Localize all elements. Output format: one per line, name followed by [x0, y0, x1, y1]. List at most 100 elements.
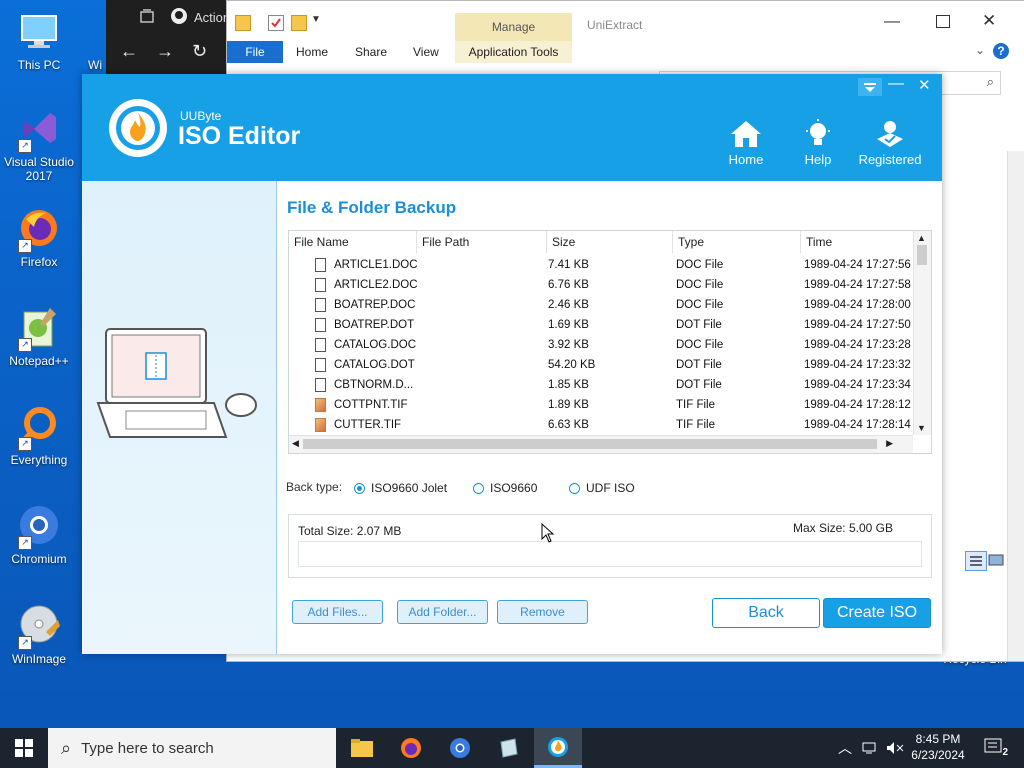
clock[interactable]: 8:45 PM 6/23/2024: [906, 731, 970, 763]
app-window-icon: [500, 738, 518, 758]
details-view-icon[interactable]: [965, 551, 987, 571]
start-button[interactable]: [0, 728, 48, 768]
nav-registered-button[interactable]: Registered: [854, 119, 926, 167]
explorer-scrollbar[interactable]: [1007, 151, 1024, 661]
desktop-icon-visual-studio[interactable]: ↗ Visual Studio 2017: [1, 105, 77, 183]
radio-udf-iso[interactable]: UDF ISO: [569, 481, 635, 495]
close-icon[interactable]: ✕: [982, 11, 996, 31]
properties-icon[interactable]: [268, 15, 284, 31]
notification-center-icon[interactable]: 2: [984, 738, 1008, 758]
iso-editor-icon: [548, 736, 568, 757]
table-row[interactable]: BOATREP.DOT 1.69 KB DOT File 1989-04-24 …: [289, 315, 913, 335]
manage-tab[interactable]: Manage: [455, 13, 572, 41]
file-icon: [315, 318, 326, 332]
cell-size: 1.89 KB: [548, 399, 589, 411]
scroll-left-arrow-icon[interactable]: ◀: [292, 438, 299, 449]
browser-toolbar: Action ← → ↻: [106, 0, 226, 75]
scroll-down-arrow-icon[interactable]: ▼: [917, 423, 926, 433]
shortcut-arrow-icon: ↗: [18, 636, 32, 650]
file-table[interactable]: File Name File Path Size Type Time ARTIC…: [288, 230, 932, 454]
taskbar-iso-editor[interactable]: [534, 728, 582, 768]
home-icon: [731, 121, 761, 147]
taskbar-chromium[interactable]: [436, 728, 484, 768]
desktop-icon-everything[interactable]: ↗ Everything: [1, 403, 77, 467]
ribbon-collapse-icon[interactable]: ⌄: [975, 43, 985, 57]
search-icon: ⌕: [61, 737, 72, 758]
taskbar-firefox[interactable]: [387, 728, 435, 768]
table-row[interactable]: ARTICLE2.DOC 6.76 KB DOC File 1989-04-24…: [289, 275, 913, 295]
new-folder-icon[interactable]: [291, 15, 307, 31]
cell-time: 1989-04-24 17:23:28: [804, 339, 911, 351]
table-row[interactable]: CATALOG.DOC 3.92 KB DOC File 1989-04-24 …: [289, 335, 913, 355]
desktop-icon-notepadpp[interactable]: ↗ Notepad++: [1, 304, 77, 368]
chevron-up-icon[interactable]: ︿: [838, 738, 852, 758]
desktop-icon-this-pc[interactable]: This PC: [1, 8, 77, 72]
cell-file-name: CATALOG.DOC: [334, 339, 416, 351]
nav-home-button[interactable]: Home: [710, 119, 782, 167]
network-icon[interactable]: [862, 741, 878, 755]
table-row[interactable]: CUTTER.TIF 6.63 KB TIF File 1989-04-24 1…: [289, 415, 913, 435]
cell-time: 1989-04-24 17:27:56: [804, 259, 911, 271]
ribbon-tab-view[interactable]: View: [413, 45, 439, 59]
taskbar-search[interactable]: ⌕ Type here to search: [48, 728, 336, 768]
back-button[interactable]: Back: [712, 598, 820, 628]
forward-arrow-icon[interactable]: →: [156, 41, 174, 62]
browser-tab-label[interactable]: Action: [194, 10, 226, 25]
column-header-time[interactable]: Time: [801, 231, 913, 253]
table-horizontal-scrollbar[interactable]: ◀ ▶: [289, 435, 913, 453]
desktop-icon-winimage[interactable]: ↗ WinImage: [1, 602, 77, 666]
menu-dropdown-icon[interactable]: [858, 78, 882, 96]
radio-label: UDF ISO: [586, 481, 635, 495]
desktop-icon-firefox[interactable]: ↗ Firefox: [1, 205, 77, 269]
ribbon-tab-home[interactable]: Home: [296, 45, 328, 59]
taskbar-app[interactable]: [485, 728, 533, 768]
ribbon-tab-application-tools[interactable]: Application Tools: [455, 41, 572, 63]
remove-button[interactable]: Remove: [497, 600, 588, 624]
column-header-file-path[interactable]: File Path: [417, 231, 547, 253]
desktop-icon-chromium[interactable]: ↗ Chromium: [1, 502, 77, 566]
cell-file-path: [421, 375, 541, 395]
maximize-icon[interactable]: [936, 15, 950, 28]
table-row[interactable]: BOATREP.DOC 2.46 KB DOC File 1989-04-24 …: [289, 295, 913, 315]
speaker-muted-icon[interactable]: [886, 741, 904, 755]
add-files-button[interactable]: Add Files...: [292, 600, 383, 624]
max-size: Max Size: 5.00 GB: [792, 521, 893, 535]
file-icon: [315, 258, 326, 272]
tab-overview-icon[interactable]: [138, 7, 156, 25]
quick-access-dropdown-icon[interactable]: ▼: [311, 14, 321, 25]
scroll-right-arrow-icon[interactable]: ▶: [886, 438, 893, 449]
desktop-icon-label: This PC: [17, 58, 61, 72]
table-row[interactable]: COTTPNT.TIF 1.89 KB TIF File 1989-04-24 …: [289, 395, 913, 415]
help-icon[interactable]: ?: [993, 43, 1009, 59]
radio-iso9660[interactable]: ISO9660: [473, 481, 537, 495]
add-folder-button[interactable]: Add Folder...: [397, 600, 488, 624]
nav-help-button[interactable]: Help: [782, 119, 854, 167]
column-header-file-name[interactable]: File Name: [289, 231, 417, 253]
window-close-icon[interactable]: ✕: [918, 76, 931, 94]
taskbar-file-explorer[interactable]: [338, 728, 386, 768]
minimize-icon[interactable]: —: [884, 13, 900, 31]
table-row[interactable]: CATALOG.DOT 54.20 KB DOT File 1989-04-24…: [289, 355, 913, 375]
create-iso-button[interactable]: Create ISO: [823, 598, 931, 628]
scroll-thumb[interactable]: [303, 439, 877, 449]
table-row[interactable]: CBTNORM.D... 1.85 KB DOT File 1989-04-24…: [289, 375, 913, 395]
radio-label: ISO9660 Jolet: [371, 481, 448, 495]
cell-size: 6.76 KB: [548, 279, 589, 291]
table-vertical-scrollbar[interactable]: ▲ ▼: [913, 231, 931, 435]
system-tray: ︿: [838, 728, 904, 768]
table-row[interactable]: ARTICLE1.DOC 7.41 KB DOC File 1989-04-24…: [289, 255, 913, 275]
cell-time: 1989-04-24 17:23:34: [804, 379, 911, 391]
ribbon-tab-share[interactable]: Share: [355, 45, 387, 59]
scroll-thumb[interactable]: [917, 245, 927, 265]
window-minimize-icon[interactable]: —: [888, 75, 904, 93]
scroll-up-arrow-icon[interactable]: ▲: [917, 233, 926, 243]
radio-iso9660-joliet[interactable]: ISO9660 Jolet: [354, 481, 447, 495]
cell-file-name: CBTNORM.D...: [334, 379, 414, 391]
back-arrow-icon[interactable]: ←: [120, 41, 138, 62]
large-icons-view-icon[interactable]: [988, 553, 1004, 567]
reload-icon[interactable]: ↻: [192, 41, 207, 62]
ribbon-tab-file[interactable]: File: [227, 41, 283, 63]
column-header-size[interactable]: Size: [547, 231, 673, 253]
file-icon: [315, 358, 326, 372]
column-header-type[interactable]: Type: [673, 231, 801, 253]
